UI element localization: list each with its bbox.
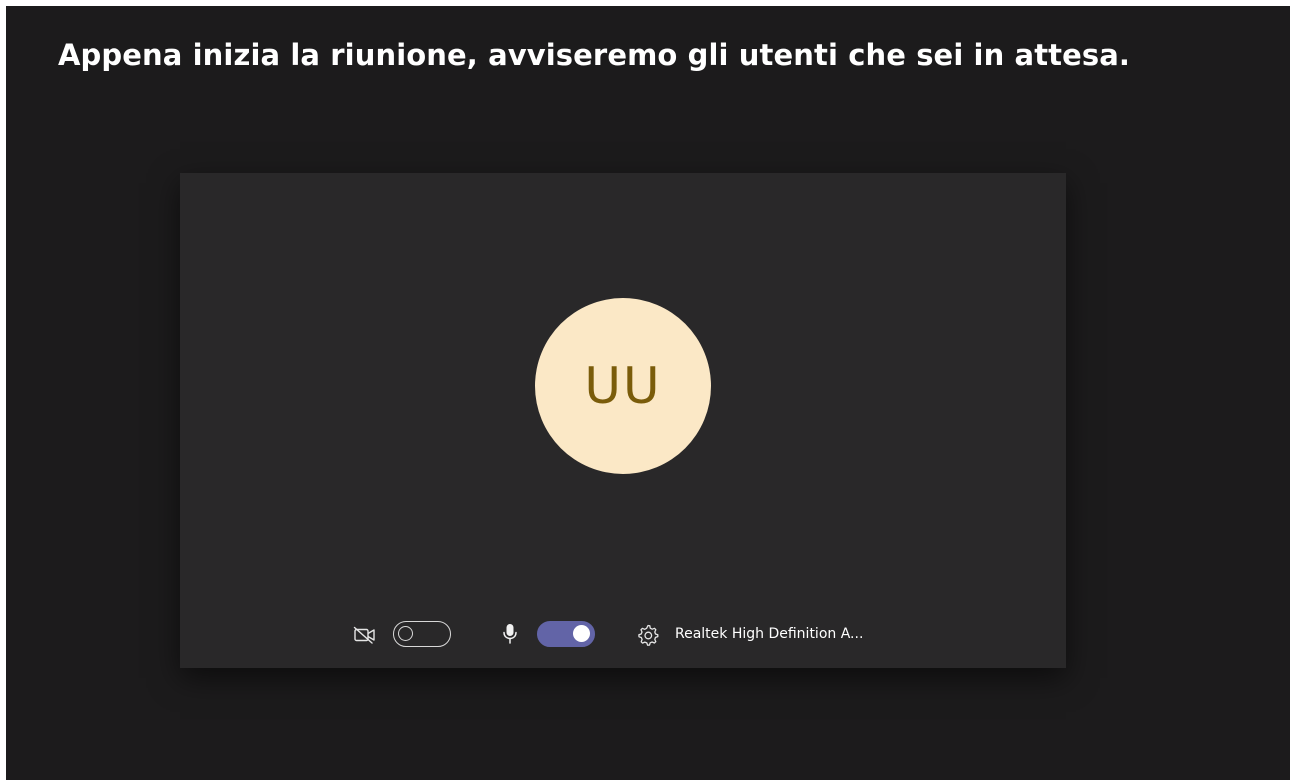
avatar-initials: UU	[584, 357, 662, 415]
lobby-screen: Appena inizia la riunione, avviseremo gl…	[6, 6, 1290, 780]
microphone-toggle-knob	[573, 625, 590, 642]
camera-off-icon	[353, 626, 375, 644]
gear-icon[interactable]	[636, 623, 660, 647]
microphone-icon	[503, 624, 517, 644]
video-preview: UU Realtek High Definition A...	[180, 173, 1066, 668]
camera-toggle[interactable]	[393, 621, 451, 647]
lobby-message: Appena inizia la riunione, avviseremo gl…	[58, 38, 1131, 72]
camera-toggle-knob	[398, 626, 413, 641]
microphone-toggle[interactable]	[537, 621, 595, 647]
device-controls: Realtek High Definition A...	[180, 618, 1066, 650]
avatar: UU	[535, 298, 711, 474]
audio-device-label[interactable]: Realtek High Definition A...	[675, 626, 863, 642]
